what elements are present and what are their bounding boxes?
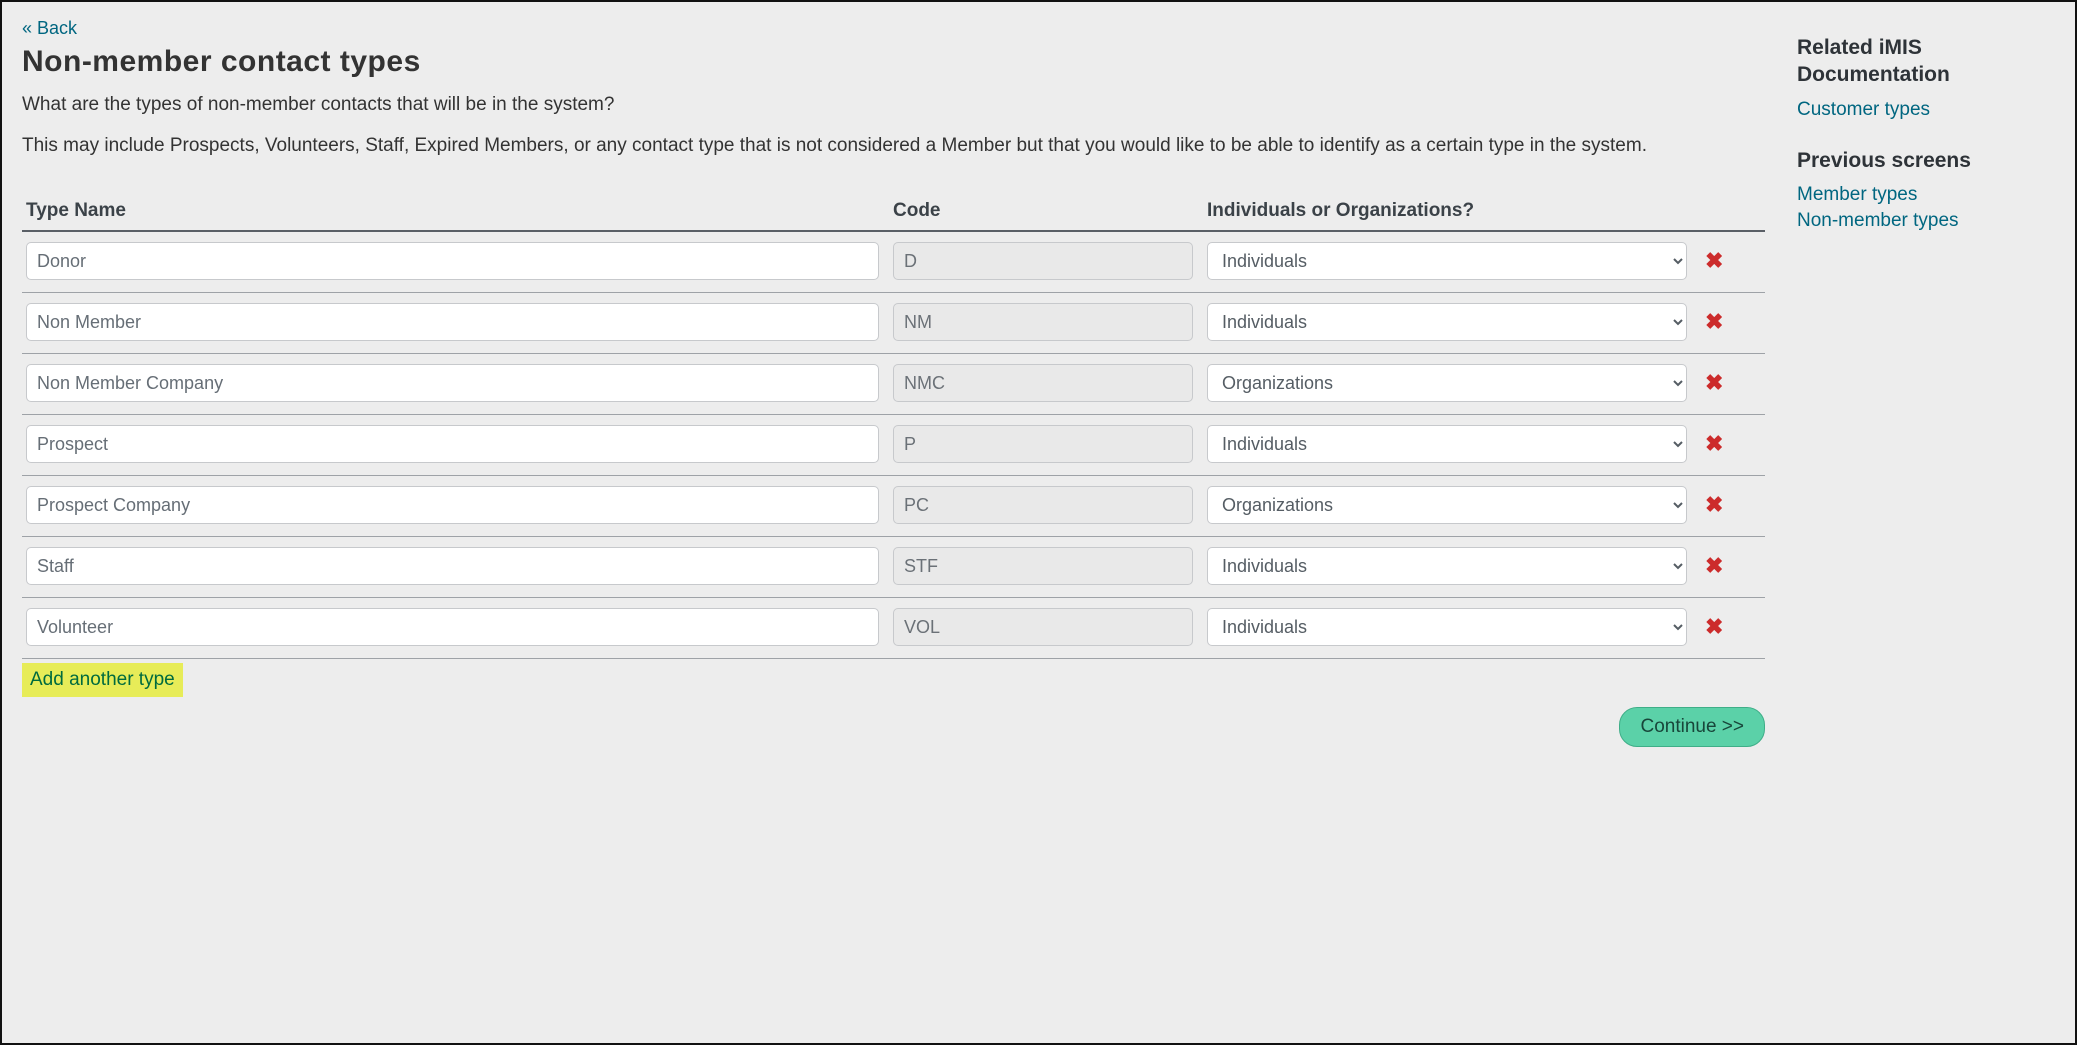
type-code-input bbox=[893, 303, 1193, 341]
sidebar-prev-heading: Previous screens bbox=[1797, 147, 2055, 174]
type-name-input[interactable] bbox=[26, 608, 879, 646]
sidebar: Related iMIS Documentation Customer type… bbox=[1785, 2, 2075, 1043]
column-header-name: Type Name bbox=[26, 200, 879, 222]
sidebar-prev-link[interactable]: Member types bbox=[1797, 184, 2055, 206]
type-code-input bbox=[893, 486, 1193, 524]
sidebar-docs-heading: Related iMIS Documentation bbox=[1797, 34, 2055, 89]
type-code-input bbox=[893, 425, 1193, 463]
add-another-type-link[interactable]: Add another type bbox=[22, 663, 183, 697]
intro-text-2: This may include Prospects, Volunteers, … bbox=[22, 132, 1765, 161]
main-content: « Back Non-member contact types What are… bbox=[2, 2, 1785, 1043]
table-row: IndividualsOrganizations ✖ bbox=[22, 598, 1765, 659]
intro-text-1: What are the types of non-member contact… bbox=[22, 91, 1765, 120]
type-name-input[interactable] bbox=[26, 425, 879, 463]
type-code-input bbox=[893, 608, 1193, 646]
table-row: IndividualsOrganizations ✖ bbox=[22, 354, 1765, 415]
type-name-input[interactable] bbox=[26, 242, 879, 280]
table-row: IndividualsOrganizations ✖ bbox=[22, 415, 1765, 476]
page-title: Non-member contact types bbox=[22, 45, 1765, 79]
column-header-kind: Individuals or Organizations? bbox=[1207, 200, 1687, 222]
type-kind-select[interactable]: IndividualsOrganizations bbox=[1207, 425, 1687, 463]
table-header-row: Type Name Code Individuals or Organizati… bbox=[22, 200, 1765, 232]
type-name-input[interactable] bbox=[26, 364, 879, 402]
table-row: IndividualsOrganizations ✖ bbox=[22, 537, 1765, 598]
type-kind-select[interactable]: IndividualsOrganizations bbox=[1207, 608, 1687, 646]
type-name-input[interactable] bbox=[26, 486, 879, 524]
type-code-input bbox=[893, 242, 1193, 280]
delete-row-icon[interactable]: ✖ bbox=[1701, 309, 1727, 335]
delete-row-icon[interactable]: ✖ bbox=[1701, 492, 1727, 518]
sidebar-prev-link[interactable]: Non-member types bbox=[1797, 210, 2055, 232]
table-row: IndividualsOrganizations ✖ bbox=[22, 232, 1765, 293]
type-kind-select[interactable]: IndividualsOrganizations bbox=[1207, 547, 1687, 585]
type-name-input[interactable] bbox=[26, 547, 879, 585]
type-name-input[interactable] bbox=[26, 303, 879, 341]
type-kind-select[interactable]: IndividualsOrganizations bbox=[1207, 303, 1687, 341]
app-frame: « Back Non-member contact types What are… bbox=[0, 0, 2077, 1045]
column-header-code: Code bbox=[893, 200, 1193, 222]
delete-row-icon[interactable]: ✖ bbox=[1701, 248, 1727, 274]
table-row: IndividualsOrganizations ✖ bbox=[22, 293, 1765, 354]
types-table: Type Name Code Individuals or Organizati… bbox=[22, 200, 1765, 659]
type-kind-select[interactable]: IndividualsOrganizations bbox=[1207, 364, 1687, 402]
delete-row-icon[interactable]: ✖ bbox=[1701, 370, 1727, 396]
type-kind-select[interactable]: IndividualsOrganizations bbox=[1207, 242, 1687, 280]
type-code-input bbox=[893, 364, 1193, 402]
type-code-input bbox=[893, 547, 1193, 585]
delete-row-icon[interactable]: ✖ bbox=[1701, 553, 1727, 579]
delete-row-icon[interactable]: ✖ bbox=[1701, 431, 1727, 457]
type-kind-select[interactable]: IndividualsOrganizations bbox=[1207, 486, 1687, 524]
table-row: IndividualsOrganizations ✖ bbox=[22, 476, 1765, 537]
delete-row-icon[interactable]: ✖ bbox=[1701, 614, 1727, 640]
continue-button[interactable]: Continue >> bbox=[1619, 707, 1765, 747]
sidebar-doc-link[interactable]: Customer types bbox=[1797, 99, 2055, 121]
back-link[interactable]: « Back bbox=[22, 18, 77, 39]
